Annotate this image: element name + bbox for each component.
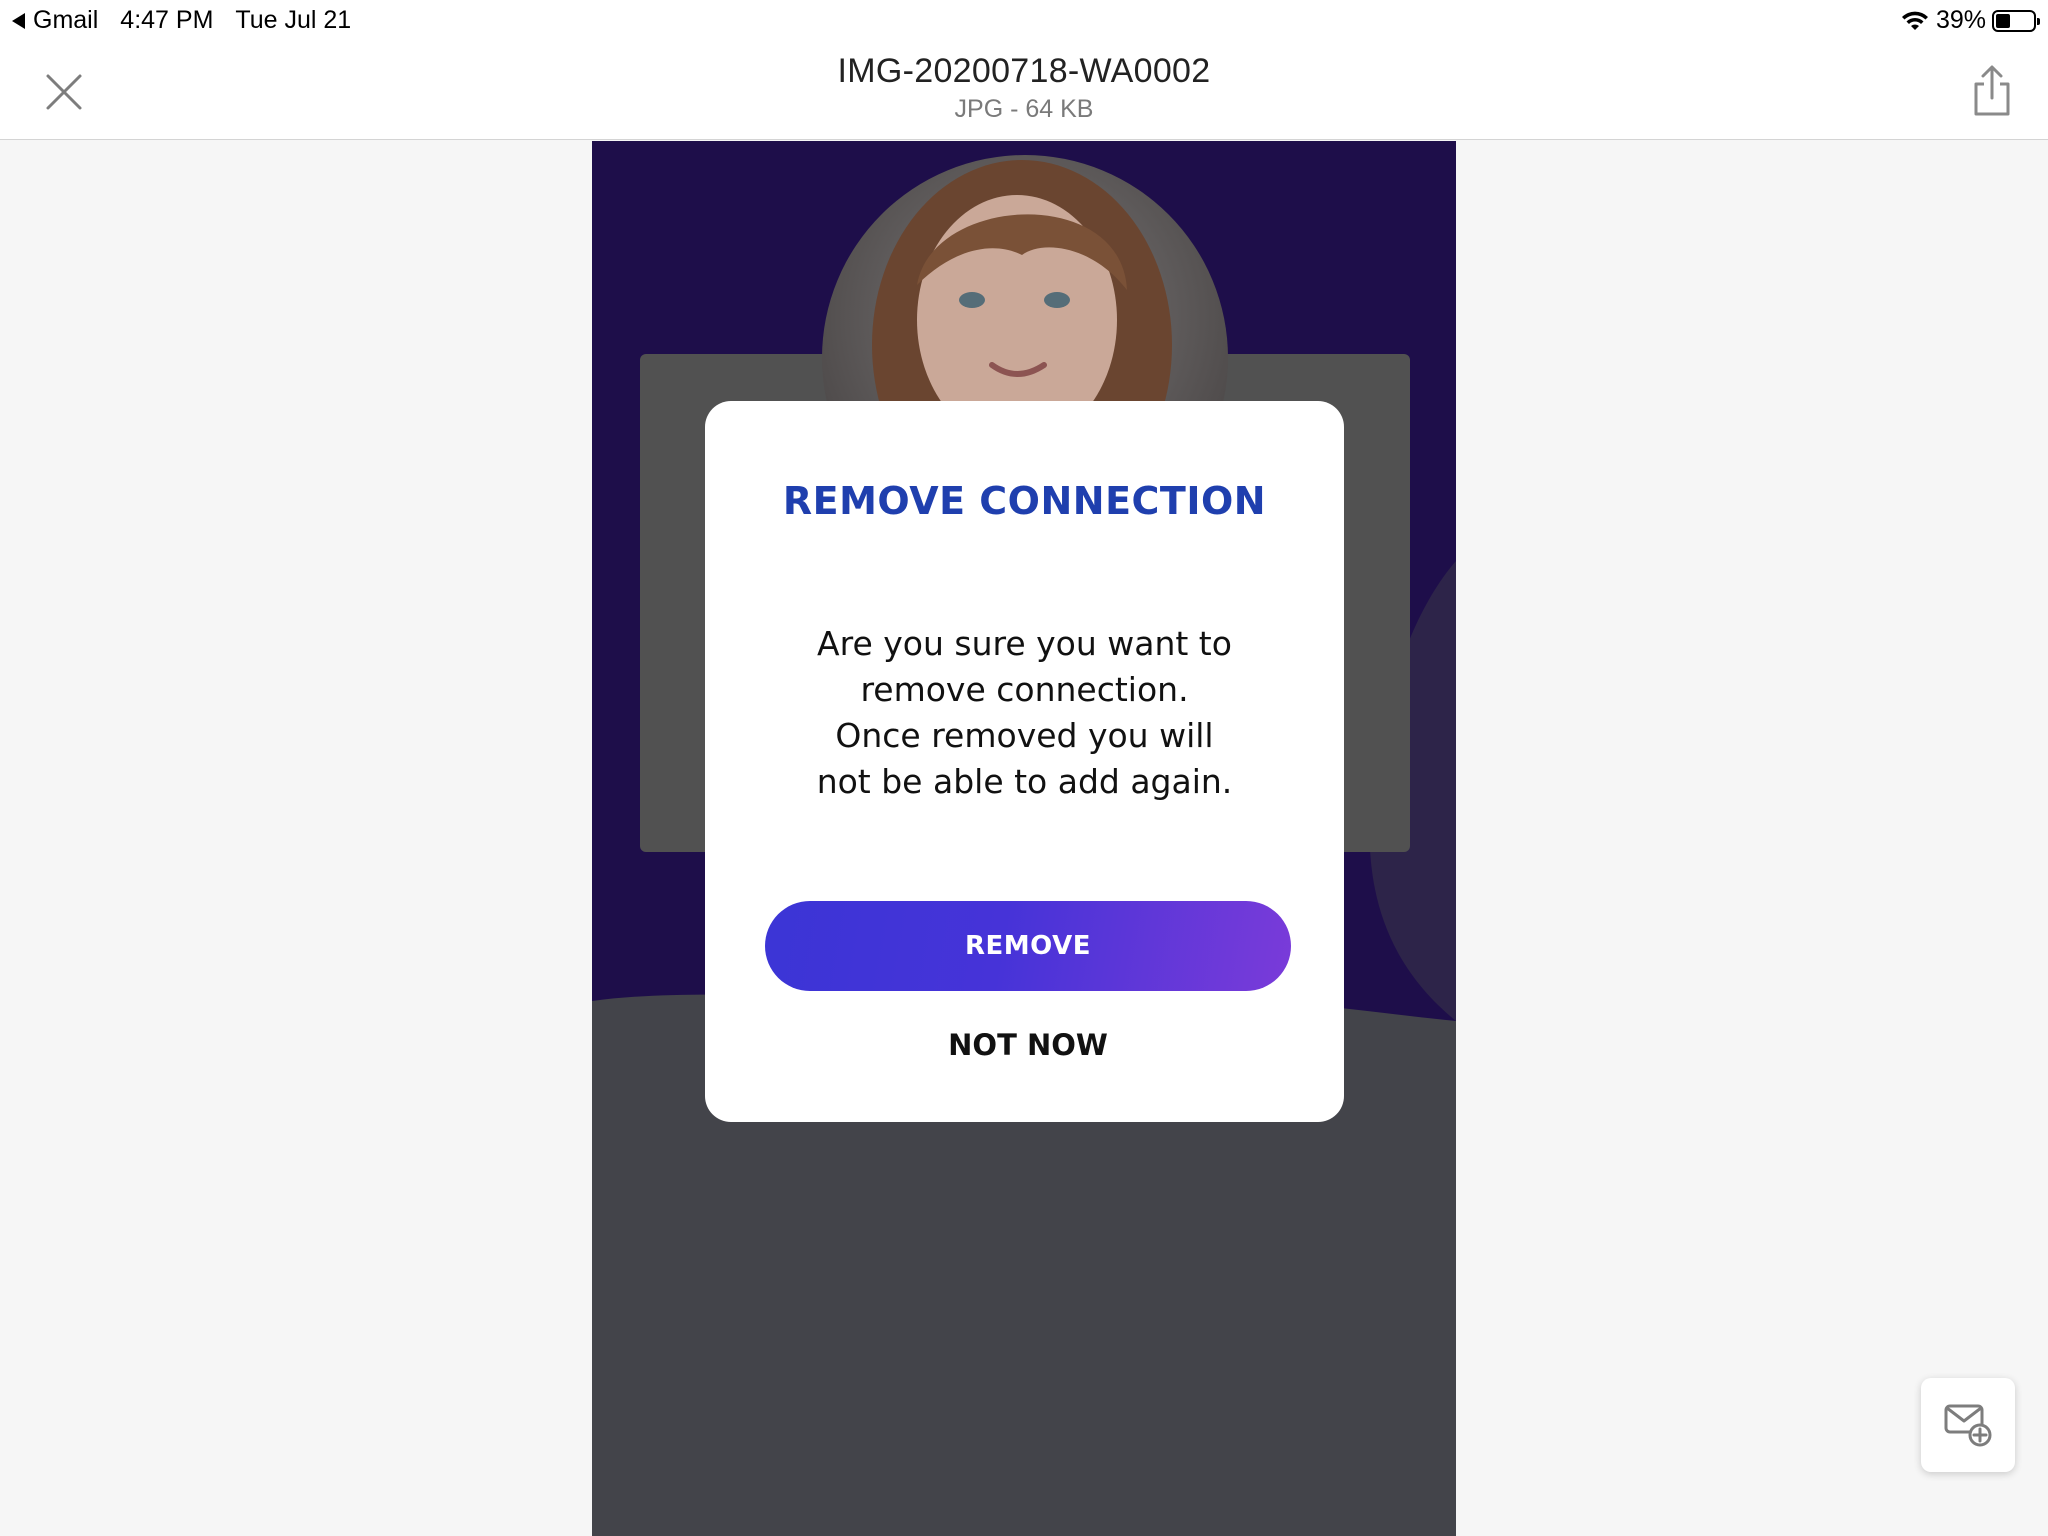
file-title: IMG-20200718-WA0002: [837, 52, 1211, 90]
status-bar: Gmail 4:47 PM Tue Jul 21 39%: [0, 0, 2048, 40]
compose-mail-button[interactable]: [1921, 1378, 2015, 1472]
attachment-image[interactable]: REMOVE CONNECTION Are you sure you want …: [592, 141, 1456, 1536]
remove-connection-dialog: REMOVE CONNECTION Are you sure you want …: [705, 401, 1344, 1122]
image-viewer[interactable]: REMOVE CONNECTION Are you sure you want …: [0, 141, 2048, 1536]
share-button[interactable]: [1968, 62, 2016, 118]
battery-fill: [1996, 13, 2010, 28]
back-app-label[interactable]: Gmail: [33, 6, 98, 35]
dialog-message-line: not be able to add again.: [816, 762, 1233, 801]
remove-button[interactable]: REMOVE: [765, 901, 1291, 991]
title-block: IMG-20200718-WA0002 JPG - 64 KB: [0, 52, 2048, 124]
battery-percent: 39%: [1935, 6, 1986, 34]
viewer-header: IMG-20200718-WA0002 JPG - 64 KB: [0, 40, 2048, 140]
dialog-message-line: Are you sure you want to: [817, 624, 1232, 663]
share-icon: [1974, 65, 2010, 116]
status-right: 39%: [1900, 6, 2040, 35]
status-date: Tue Jul 21: [235, 6, 352, 34]
not-now-button[interactable]: NOT NOW: [765, 1015, 1291, 1075]
battery-icon: [1992, 9, 2040, 32]
compose-mail-icon: [1944, 1404, 1992, 1447]
file-meta: JPG - 64 KB: [954, 95, 1094, 123]
dialog-message: Are you sure you want to remove connecti…: [745, 621, 1304, 805]
status-time: 4:47 PM: [120, 6, 214, 34]
dialog-title: REMOVE CONNECTION: [782, 479, 1267, 523]
wifi-icon: [1901, 11, 1928, 30]
back-arrow-icon[interactable]: [12, 12, 25, 29]
status-left: Gmail 4:47 PM Tue Jul 21: [12, 6, 351, 35]
battery-nub: [2037, 17, 2040, 25]
dialog-message-line: remove connection.: [860, 670, 1189, 709]
dialog-message-line: Once removed you will: [835, 716, 1214, 755]
